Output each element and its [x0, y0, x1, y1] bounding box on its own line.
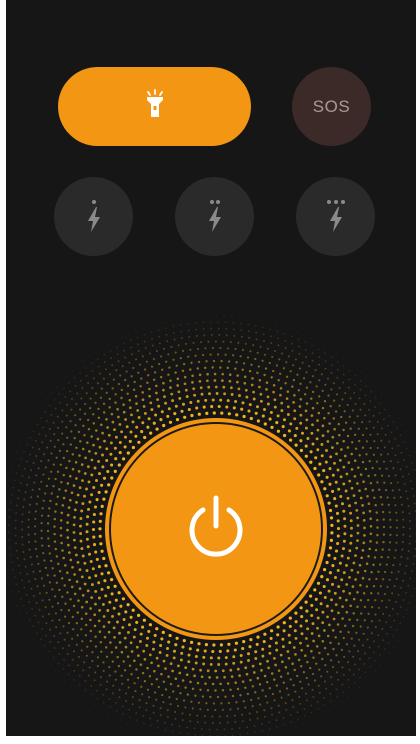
strobe-medium-button[interactable]: [175, 177, 254, 256]
flashlight-icon: [144, 89, 166, 124]
flashlight-screen: SOS: [6, 0, 416, 736]
strobe-slow-button[interactable]: [54, 177, 133, 256]
strobe-fast-button[interactable]: [296, 177, 375, 256]
strobe-medium-icon: [203, 199, 227, 235]
flashlight-mode-button[interactable]: [58, 67, 251, 146]
power-icon: [183, 492, 249, 567]
strobe-slow-icon: [82, 199, 106, 235]
sos-label: SOS: [312, 96, 351, 116]
strobe-fast-icon: [323, 199, 349, 235]
sos-button[interactable]: SOS: [292, 67, 371, 146]
power-button[interactable]: [105, 418, 327, 640]
